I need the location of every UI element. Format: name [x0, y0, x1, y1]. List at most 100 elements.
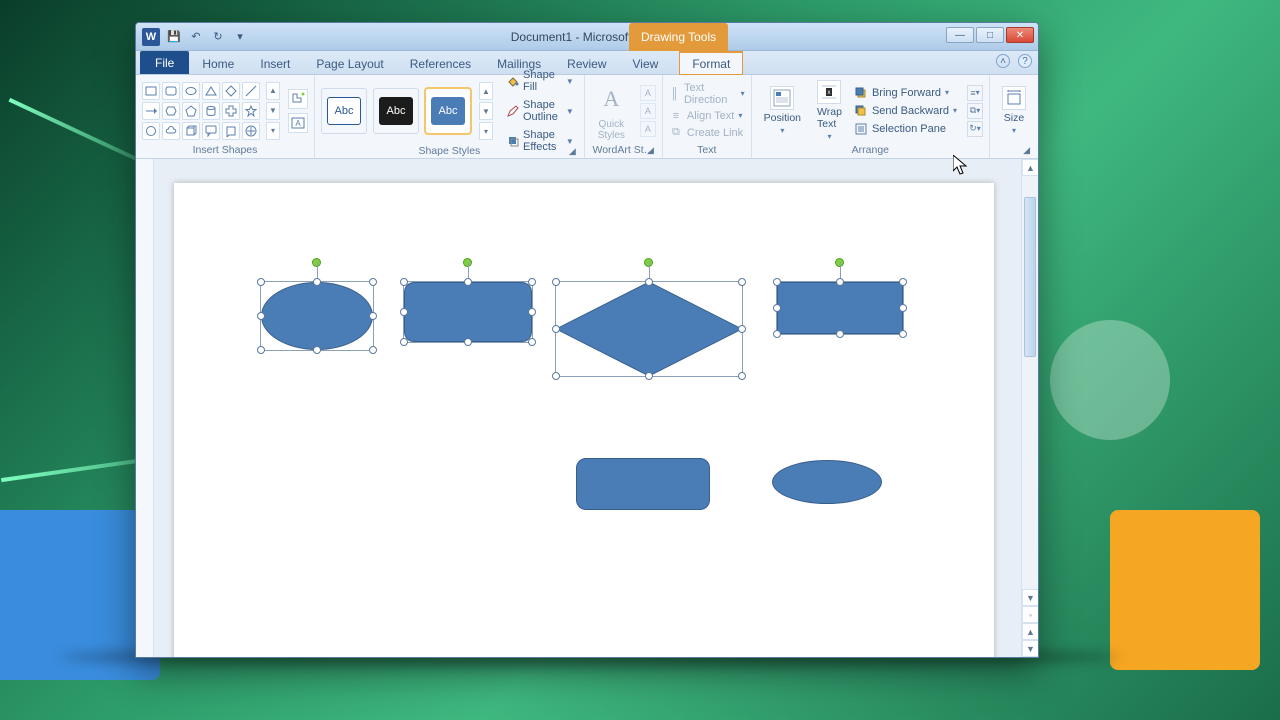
style-gallery-more[interactable]: ▾	[479, 122, 493, 140]
resize-handle[interactable]	[464, 338, 472, 346]
tab-home[interactable]: Home	[189, 52, 247, 74]
tab-file[interactable]: File	[140, 51, 189, 74]
resize-handle[interactable]	[645, 278, 653, 286]
resize-handle[interactable]	[528, 308, 536, 316]
resize-handle[interactable]	[313, 278, 321, 286]
close-button[interactable]: ✕	[1006, 27, 1034, 43]
tab-page-layout[interactable]: Page Layout	[303, 52, 396, 74]
resize-handle[interactable]	[257, 346, 265, 354]
resize-handle[interactable]	[400, 278, 408, 286]
resize-handle[interactable]	[313, 346, 321, 354]
shape-roundrect-icon[interactable]	[162, 82, 180, 100]
shape-styles-dialog-launcher[interactable]: ◢	[569, 144, 576, 158]
resize-handle[interactable]	[552, 372, 560, 380]
wordart-dialog-launcher[interactable]: ◢	[647, 143, 654, 157]
shape-style-3[interactable]: Abc	[425, 88, 471, 134]
shape-ellipse-selected[interactable]	[260, 281, 374, 351]
bring-forward-button[interactable]: Bring Forward▾	[852, 85, 959, 101]
save-button[interactable]: 💾	[166, 29, 182, 45]
shape-roundrect-selected[interactable]	[403, 281, 533, 343]
shape-outline-button[interactable]: Shape Outline▼	[503, 97, 578, 125]
prev-page-button[interactable]: ▲	[1022, 623, 1038, 640]
wrap-text-button[interactable]: x Wrap Text▾	[811, 78, 848, 143]
align-button[interactable]: ≡▾	[967, 85, 983, 101]
shapes-gallery[interactable]	[142, 82, 260, 140]
text-box-button[interactable]: A	[288, 113, 308, 133]
scroll-down-button[interactable]: ▼	[1022, 589, 1038, 606]
shape-rect-selected[interactable]	[776, 281, 904, 335]
shape-diamond-selected[interactable]	[555, 281, 743, 377]
gallery-scroll-down[interactable]: ▼	[266, 102, 280, 120]
undo-button[interactable]: ↶	[188, 29, 204, 45]
scrollbar-thumb[interactable]	[1024, 197, 1036, 357]
vertical-scrollbar[interactable]: ▲ ▼ ◦ ▲ ▼	[1021, 159, 1038, 657]
size-button[interactable]: Size▾	[996, 84, 1032, 137]
shape-style-1[interactable]: Abc	[321, 88, 367, 134]
resize-handle[interactable]	[528, 338, 536, 346]
resize-handle[interactable]	[552, 325, 560, 333]
shape-folded-icon[interactable]	[222, 122, 240, 140]
shape-rect-icon[interactable]	[142, 82, 160, 100]
shape-callout-icon[interactable]	[202, 122, 220, 140]
style-scroll-up[interactable]: ▲	[479, 82, 493, 100]
shape-star-icon[interactable]	[242, 102, 260, 120]
shape-diamond-icon[interactable]	[222, 82, 240, 100]
gallery-more[interactable]: ▾	[266, 122, 280, 140]
shape-ellipse[interactable]	[772, 460, 882, 504]
resize-handle[interactable]	[773, 278, 781, 286]
minimize-button[interactable]: —	[946, 27, 974, 43]
resize-handle[interactable]	[738, 372, 746, 380]
shape-style-2[interactable]: Abc	[373, 88, 419, 134]
resize-handle[interactable]	[899, 304, 907, 312]
resize-handle[interactable]	[773, 304, 781, 312]
send-backward-button[interactable]: Send Backward▾	[852, 103, 959, 119]
tab-view[interactable]: View	[620, 52, 672, 74]
resize-handle[interactable]	[369, 346, 377, 354]
rotate-button[interactable]: ↻▾	[967, 121, 983, 137]
resize-handle[interactable]	[257, 312, 265, 320]
shape-ellipse-icon[interactable]	[182, 82, 200, 100]
resize-handle[interactable]	[400, 338, 408, 346]
shape-roundrect[interactable]	[576, 458, 710, 510]
resize-handle[interactable]	[645, 372, 653, 380]
document-page[interactable]	[174, 183, 994, 657]
resize-handle[interactable]	[738, 278, 746, 286]
help-button[interactable]: ?	[1018, 54, 1032, 68]
shape-circle-icon[interactable]	[142, 122, 160, 140]
shape-line-icon[interactable]	[242, 82, 260, 100]
size-dialog-launcher[interactable]: ◢	[1023, 143, 1030, 157]
position-button[interactable]: Position▾	[758, 84, 807, 137]
resize-handle[interactable]	[899, 278, 907, 286]
scroll-up-button[interactable]: ▲	[1022, 159, 1038, 176]
resize-handle[interactable]	[400, 308, 408, 316]
tab-references[interactable]: References	[397, 52, 484, 74]
document-area[interactable]: ▦	[136, 159, 1038, 657]
qat-more-button[interactable]: ▾	[232, 29, 248, 45]
shape-hexagon-icon[interactable]	[162, 102, 180, 120]
resize-handle[interactable]	[773, 330, 781, 338]
edit-shape-button[interactable]	[288, 89, 308, 109]
browse-object-button[interactable]: ◦	[1022, 606, 1038, 623]
shape-cloud-icon[interactable]	[162, 122, 180, 140]
shape-cross-icon[interactable]	[222, 102, 240, 120]
tab-insert[interactable]: Insert	[247, 52, 303, 74]
resize-handle[interactable]	[899, 330, 907, 338]
resize-handle[interactable]	[369, 278, 377, 286]
shape-arrow-icon[interactable]	[142, 102, 160, 120]
maximize-button[interactable]: □	[976, 27, 1004, 43]
resize-handle[interactable]	[552, 278, 560, 286]
selection-pane-button[interactable]: Selection Pane	[852, 121, 959, 137]
ribbon-minimize-button[interactable]: ˄	[996, 54, 1010, 68]
shape-cube-icon[interactable]	[182, 122, 200, 140]
resize-handle[interactable]	[738, 325, 746, 333]
resize-handle[interactable]	[528, 278, 536, 286]
resize-handle[interactable]	[464, 278, 472, 286]
resize-handle[interactable]	[257, 278, 265, 286]
shape-plus-icon[interactable]	[242, 122, 260, 140]
shape-fill-button[interactable]: Shape Fill▼	[503, 67, 578, 95]
next-page-button[interactable]: ▼	[1022, 640, 1038, 657]
shape-cylinder-icon[interactable]	[202, 102, 220, 120]
shape-pentagon-icon[interactable]	[182, 102, 200, 120]
tab-format[interactable]: Format	[679, 51, 743, 75]
gallery-scroll-up[interactable]: ▲	[266, 82, 280, 100]
